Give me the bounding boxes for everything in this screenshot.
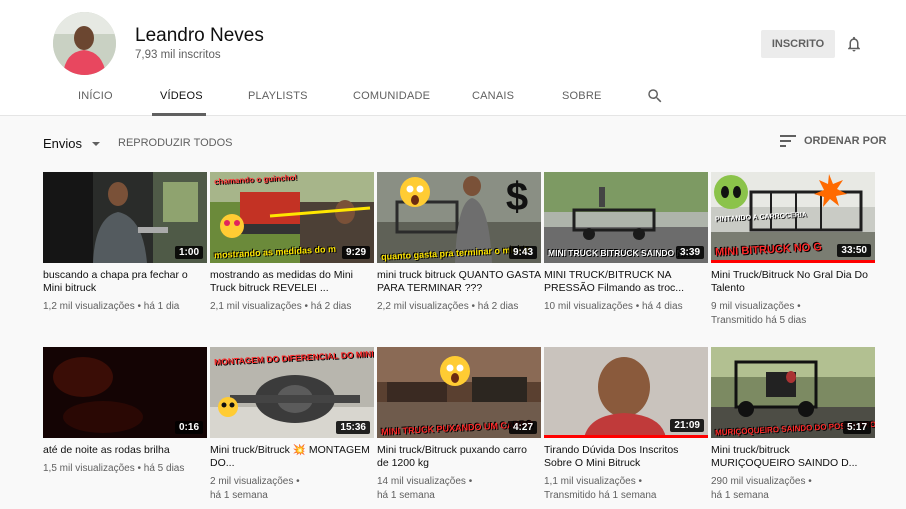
video-meta: 10 mil visualizações • há 4 dias (544, 301, 683, 312)
order-by-label: ORDENAR POR (804, 135, 887, 147)
tab-playlists[interactable]: PLAYLISTS (248, 90, 308, 102)
video-duration: 9:29 (341, 246, 370, 259)
video-duration: 1:00 (174, 246, 203, 259)
thumbnail-overlay-text: MINI TRUCK BITRUCK SAINDO NA P (548, 248, 697, 258)
svg-text:$: $ (506, 175, 528, 219)
video-title[interactable]: MINI TRUCK/BITRUCK NA PRESSÃO Filmando a… (544, 269, 708, 295)
tab-inicio[interactable]: INÍCIO (78, 90, 113, 102)
channel-avatar[interactable] (53, 12, 116, 75)
video-thumbnail[interactable]: chamando o guincho! mostrando as medidas… (210, 172, 374, 263)
watch-progress-bar (711, 260, 875, 263)
video-thumbnail[interactable]: 21:09 (544, 347, 708, 438)
video-meta: 9 mil visualizações • Transmitido há 5 di… (711, 301, 807, 326)
video-title[interactable]: mini truck bitruck QUANTO GASTA PARA TER… (377, 269, 541, 295)
video-card[interactable]: MONTAGEM DO DIFERENCIAL DO MINI TRUCK 15… (210, 347, 374, 503)
video-card[interactable]: $ quanto gasta pra terminar o mini tr 9:… (377, 172, 541, 314)
video-title[interactable]: Mini truck/Bitruck 💥 MONTAGEM DO... (210, 444, 374, 470)
active-tab-indicator (152, 113, 206, 116)
tab-sobre[interactable]: SOBRE (562, 90, 602, 102)
video-meta: 2,2 mil visualizações • há 2 dias (377, 301, 519, 312)
video-card[interactable]: MURIÇOQUEIRO SAINDO DO POSTO PRO L 5:17 … (711, 347, 875, 503)
video-title[interactable]: mostrando as medidas do Mini Truck bitru… (210, 269, 374, 295)
video-thumbnail[interactable]: MURIÇOQUEIRO SAINDO DO POSTO PRO L 5:17 (711, 347, 875, 438)
video-duration: 9:43 (508, 246, 537, 259)
video-thumbnail[interactable]: $ quanto gasta pra terminar o mini tr 9:… (377, 172, 541, 263)
video-duration: 21:09 (670, 419, 704, 432)
video-card[interactable]: PINTANDO A CARROCERIA MINI BITRUCK NO G … (711, 172, 875, 328)
video-card[interactable]: 0:16 até de noite as rodas brilha 1,5 mi… (43, 347, 207, 476)
watch-progress-bar (544, 435, 708, 438)
video-duration: 15:36 (336, 421, 370, 434)
video-card[interactable]: MINI TRUCK BITRUCK SAINDO NA P 3:39 MINI… (544, 172, 708, 314)
video-duration: 33:50 (837, 244, 871, 257)
video-thumbnail[interactable]: 1:00 (43, 172, 207, 263)
video-duration: 0:16 (174, 421, 203, 434)
video-meta: 1,5 mil visualizações • há 5 dias (43, 463, 185, 474)
video-card[interactable]: 1:00 buscando a chapa pra fechar o Mini … (43, 172, 207, 314)
video-meta: 1,1 mil visualizações • Transmitido há 1 … (544, 476, 657, 501)
tab-canais[interactable]: CANAIS (472, 90, 514, 102)
video-card[interactable]: MINI TRUCK PUXANDO UM CARRO 4:27 Mini tr… (377, 347, 541, 503)
video-meta: 290 mil visualizações • há 1 semana (711, 476, 812, 501)
search-icon[interactable] (646, 87, 664, 105)
uploads-dropdown[interactable]: Envios (43, 136, 101, 151)
subscriber-count: 7,93 mil inscritos (135, 49, 221, 61)
video-title[interactable]: Tirando Dúvida Dos Inscritos Sobre O Min… (544, 444, 708, 470)
tab-videos[interactable]: VÍDEOS (160, 90, 203, 102)
video-meta: 2,1 mil visualizações • há 2 dias (210, 301, 352, 312)
video-duration: 3:39 (675, 246, 704, 259)
subscribed-button[interactable]: INSCRITO (761, 30, 835, 58)
sort-icon (780, 135, 796, 147)
video-meta: 14 mil visualizações • há 1 semana (377, 476, 473, 501)
video-title[interactable]: Mini Truck/Bitruck No Gral Dia Do Talent… (711, 269, 875, 295)
video-meta: 2 mil visualizações • há 1 semana (210, 476, 300, 501)
video-title[interactable]: Mini truck/Bitruck puxando carro de 1200… (377, 444, 541, 470)
video-thumbnail[interactable]: MONTAGEM DO DIFERENCIAL DO MINI TRUCK 15… (210, 347, 374, 438)
bell-icon[interactable] (845, 35, 863, 53)
video-duration: 5:17 (842, 421, 871, 434)
video-thumbnail[interactable]: MINI TRUCK BITRUCK SAINDO NA P 3:39 (544, 172, 708, 263)
order-by-button[interactable]: ORDENAR POR (780, 134, 887, 148)
channel-header: Leandro Neves 7,93 mil inscritos INSCRIT… (0, 0, 906, 116)
video-title[interactable]: Mini truck/bitruck MURIÇOQUEIRO SAINDO D… (711, 444, 875, 470)
play-all-button[interactable]: REPRODUZIR TODOS (118, 137, 233, 149)
video-title[interactable]: até de noite as rodas brilha (43, 444, 207, 457)
chevron-down-icon (92, 142, 101, 146)
channel-name: Leandro Neves (135, 25, 264, 46)
video-thumbnail[interactable]: PINTANDO A CARROCERIA MINI BITRUCK NO G … (711, 172, 875, 263)
video-card[interactable]: 21:09 Tirando Dúvida Dos Inscritos Sobre… (544, 347, 708, 503)
video-meta: 1,2 mil visualizações • há 1 dia (43, 301, 180, 312)
video-duration: 4:27 (508, 421, 537, 434)
video-thumbnail[interactable]: 0:16 (43, 347, 207, 438)
video-title[interactable]: buscando a chapa pra fechar o Mini bitru… (43, 269, 207, 295)
video-thumbnail[interactable]: MINI TRUCK PUXANDO UM CARRO 4:27 (377, 347, 541, 438)
video-card[interactable]: chamando o guincho! mostrando as medidas… (210, 172, 374, 314)
uploads-label: Envios (43, 136, 83, 151)
tab-comunidade[interactable]: COMUNIDADE (353, 90, 430, 102)
